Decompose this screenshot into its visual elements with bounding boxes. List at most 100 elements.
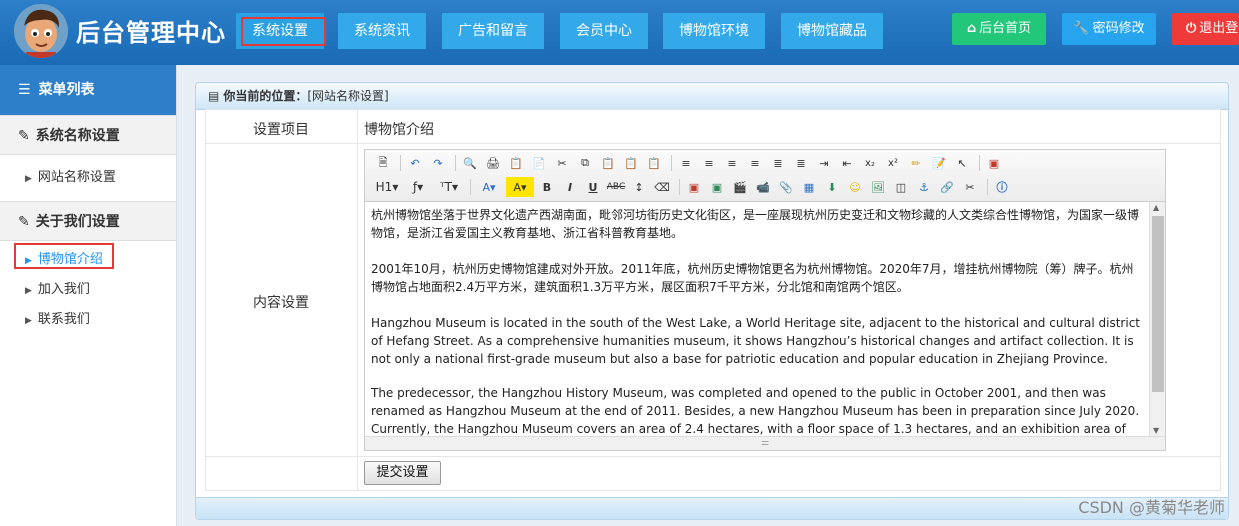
scroll-up-icon[interactable]: ▲	[1153, 203, 1159, 212]
insert-image-icon[interactable]: ▣	[684, 177, 704, 197]
align-justify-icon[interactable]: ≡	[745, 153, 765, 173]
resize-handle[interactable]: ⚌	[365, 436, 1165, 450]
power-icon: ⏻	[1186, 21, 1197, 36]
sidebar-item-contact-us[interactable]: ▶ 联系我们	[0, 305, 176, 335]
align-left-icon[interactable]: ≡	[676, 153, 696, 173]
help-icon[interactable]: ⓘ	[992, 177, 1012, 197]
sidebar: ☰ 菜单列表 ✎ 系统名称设置 ▶ 网站名称设置 ✎ 关于我们设置 ▶ 博物馆介绍 ▶ 加入…	[0, 65, 177, 526]
preview-icon[interactable]: 🔍	[460, 153, 480, 173]
content-paragraph: 杭州博物馆坐落于世界文化遗产西湖南面，毗邻河坊街历史文化街区，是一座展现杭州历史…	[371, 208, 1140, 240]
bold-icon[interactable]: B	[537, 177, 557, 197]
site-title: 后台管理中心	[76, 19, 226, 47]
content-paragraph: The predecessor, the Hangzhou History Mu…	[371, 386, 1140, 436]
rich-text-editor[interactable]: 🗎 ↶ ↷ 🔍 🖨 📋 📄 ✂ ⧉ 📋 📋 📋 ≡ ≡ ≡ ≡ ≣ ≣ ⇥ ⇤ …	[364, 149, 1166, 451]
insert-table-icon[interactable]: ▦	[799, 177, 819, 197]
italic-icon[interactable]: I	[560, 177, 580, 197]
cut-icon[interactable]: ✂	[552, 153, 572, 173]
sidebar-item-join-us[interactable]: ▶ 加入我们	[0, 275, 176, 305]
underline-icon[interactable]: U	[583, 177, 603, 197]
scrollbar-thumb[interactable]	[1152, 216, 1164, 392]
align-center-icon[interactable]: ≡	[699, 153, 719, 173]
code-icon[interactable]: 📄	[529, 153, 549, 173]
page-break-icon[interactable]: ◫	[891, 177, 911, 197]
wrench-icon: 🔧	[1073, 21, 1090, 36]
table-border	[357, 110, 358, 490]
editor-scrollbar[interactable]: ▲ ▼	[1149, 202, 1165, 436]
unlink-icon[interactable]: ✂	[960, 177, 980, 197]
editor-content[interactable]: 杭州博物馆坐落于世界文化遗产西湖南面，毗邻河坊街历史文化街区，是一座展现杭州历史…	[365, 202, 1149, 436]
link-icon[interactable]: 🔗	[937, 177, 957, 197]
content-paragraph: 2001年10月，杭州历史博物馆建成对外开放。2011年底，杭州历史博物馆更名为…	[371, 262, 1134, 294]
ordered-list-icon[interactable]: ≣	[768, 153, 788, 173]
sidebar-title: ☰ 菜单列表	[0, 65, 176, 115]
align-right-icon[interactable]: ≡	[722, 153, 742, 173]
font-color-icon[interactable]: A▾	[475, 177, 503, 197]
template-icon[interactable]: 📋	[506, 153, 526, 173]
nav-museum-environment[interactable]: 博物馆环境	[663, 13, 765, 49]
field-label-content: 内容设置	[253, 295, 309, 311]
scroll-down-icon[interactable]: ▼	[1153, 426, 1159, 435]
anchor-icon[interactable]: ⚓	[914, 177, 934, 197]
source-code-icon[interactable]: 🗎	[373, 153, 393, 173]
nav-ads-messages[interactable]: 广告和留言	[442, 13, 544, 49]
toolbar-separator	[679, 179, 680, 195]
eraser-icon[interactable]: ⌫	[652, 177, 672, 197]
insert-code-icon[interactable]: ⬇	[822, 177, 842, 197]
font-family-dropdown-icon[interactable]: ƒ▾	[404, 177, 432, 197]
nav-label: 广告和留言	[458, 23, 528, 39]
insert-media-icon[interactable]: 🎬	[730, 177, 750, 197]
section-label: 关于我们设置	[35, 214, 120, 230]
nav-member-center[interactable]: 会员中心	[560, 13, 648, 49]
print-icon[interactable]: 🖨	[483, 153, 503, 173]
toolbar-separator	[400, 155, 401, 171]
section-label: 系统名称设置	[35, 128, 120, 144]
undo-icon[interactable]: ↶	[405, 153, 425, 173]
paste-text-icon[interactable]: 📋	[621, 153, 641, 173]
toolbar-separator	[470, 179, 471, 195]
nav-system-settings[interactable]: 系统设置	[236, 13, 326, 49]
caret-right-icon: ▶	[25, 316, 32, 326]
caret-right-icon: ▶	[25, 174, 32, 184]
nav-label: 会员中心	[576, 23, 632, 39]
sidebar-item-site-name[interactable]: ▶ 网站名称设置	[0, 163, 176, 193]
attachment-icon[interactable]: 📎	[776, 177, 796, 197]
sidebar-section-about-us[interactable]: ✎ 关于我们设置	[0, 201, 176, 241]
nav-label: 系统资讯	[354, 23, 410, 39]
change-password-button[interactable]: 🔧 密码修改	[1062, 13, 1156, 45]
line-height-icon[interactable]: ↕	[629, 177, 649, 197]
toolbar-separator	[671, 155, 672, 171]
redo-icon[interactable]: ↷	[428, 153, 448, 173]
nav-museum-collection[interactable]: 博物馆藏品	[781, 13, 883, 49]
insert-gallery-icon[interactable]: ▣	[707, 177, 727, 197]
insert-flash-icon[interactable]: 📹	[753, 177, 773, 197]
nav-system-news[interactable]: 系统资讯	[338, 13, 426, 49]
fullscreen-icon[interactable]: ▣	[984, 153, 1004, 173]
superscript-icon[interactable]: x²	[883, 153, 903, 173]
unordered-list-icon[interactable]: ≣	[791, 153, 811, 173]
select-all-icon[interactable]: 📝	[929, 153, 949, 173]
strikethrough-icon[interactable]: ABC	[606, 177, 626, 197]
editor-toolbar: 🗎 ↶ ↷ 🔍 🖨 📋 📄 ✂ ⧉ 📋 📋 📋 ≡ ≡ ≡ ≡ ≣ ≣ ⇥ ⇤ …	[365, 150, 1165, 202]
heading-dropdown-icon[interactable]: H1▾	[373, 177, 401, 197]
subscript-icon[interactable]: x₂	[860, 153, 880, 173]
caret-right-icon: ▶	[25, 286, 32, 296]
sidebar-section-system-name[interactable]: ✎ 系统名称设置	[0, 115, 176, 155]
paste-icon[interactable]: 📋	[598, 153, 618, 173]
item-label: 加入我们	[37, 282, 90, 297]
emoticon-icon[interactable]: ☺	[845, 177, 865, 197]
outdent-icon[interactable]: ⇤	[837, 153, 857, 173]
admin-home-button[interactable]: ⌂ 后台首页	[952, 13, 1046, 45]
submit-settings-button[interactable]: 提交设置	[364, 461, 441, 485]
font-size-dropdown-icon[interactable]: ᵀT▾	[435, 177, 463, 197]
indent-icon[interactable]: ⇥	[814, 153, 834, 173]
watermark: CSDN @黄菊华老师	[1078, 498, 1225, 517]
highlight-color-icon[interactable]: A▾	[506, 177, 534, 197]
paste-word-icon[interactable]: 📋	[644, 153, 664, 173]
logout-button[interactable]: ⏻ 退出登	[1172, 13, 1239, 45]
cursor-icon[interactable]: ↖	[952, 153, 972, 173]
copy-icon[interactable]: ⧉	[575, 153, 595, 173]
image-icon[interactable]: 🖼	[868, 177, 888, 197]
clear-format-icon[interactable]: ✏	[906, 153, 926, 173]
location-label: 你当前的位置：	[223, 89, 308, 103]
location-value: [网站名称设置]	[307, 89, 389, 103]
